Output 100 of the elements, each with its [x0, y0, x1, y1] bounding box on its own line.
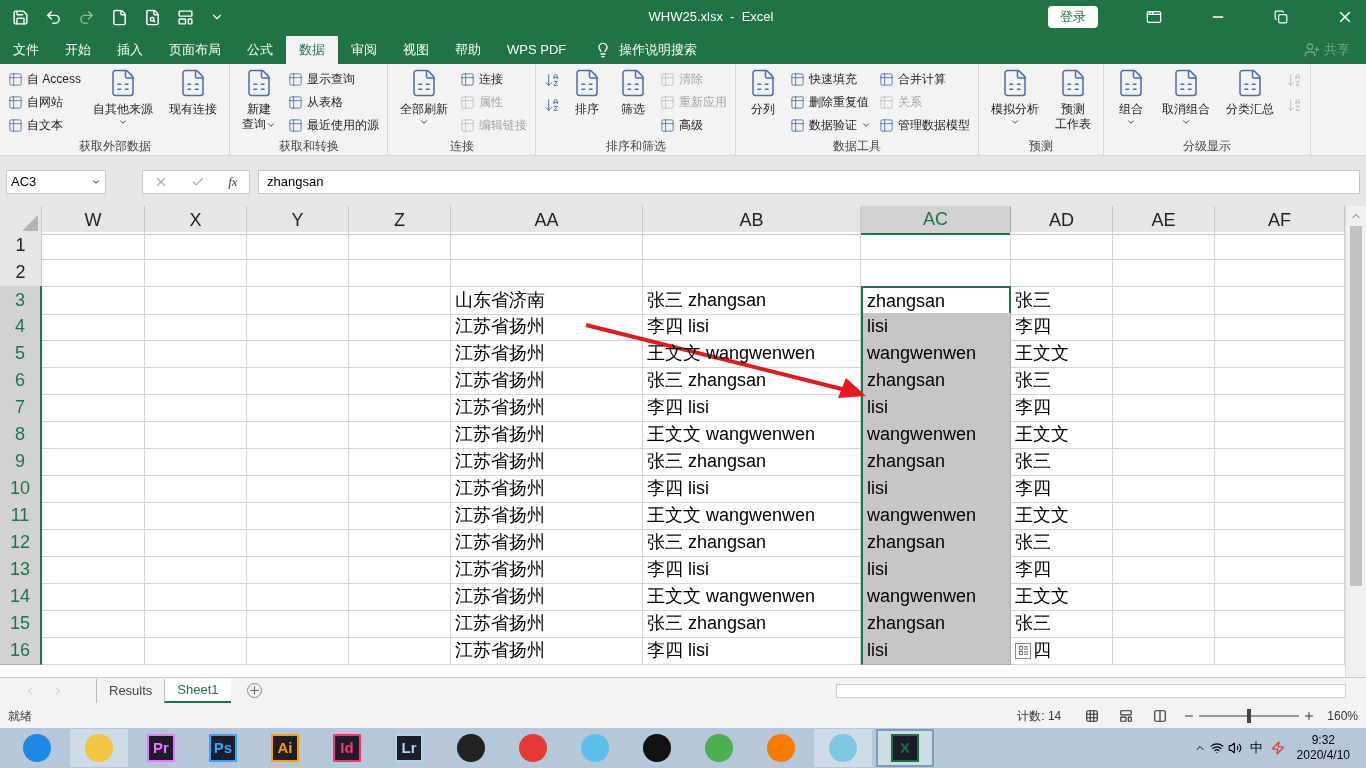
page-break-icon[interactable]	[1153, 708, 1168, 723]
ribbon-button[interactable]: 自文本	[8, 114, 81, 136]
undo-icon[interactable]	[45, 8, 62, 26]
clock-time: 9:32	[1311, 733, 1335, 748]
column-header[interactable]: AD	[1011, 206, 1113, 235]
ribbon-button[interactable]: 自其他来源	[89, 68, 157, 127]
row-header[interactable]: 13	[0, 556, 42, 584]
ribbon-button[interactable]: 管理数据模型	[879, 114, 970, 136]
ribbon-button[interactable]: 新建 查询	[238, 68, 280, 132]
table-icon	[660, 117, 675, 133]
ribbon-button[interactable]: 现有连接	[165, 68, 221, 117]
taskbar-app[interactable]: Pr	[132, 729, 190, 767]
row-header[interactable]: 15	[0, 610, 42, 638]
ribbon-button[interactable]: 取消组合	[1158, 68, 1214, 127]
ribbon-tab[interactable]: 审阅	[338, 36, 390, 64]
ribbon-button[interactable]: 组合	[1112, 68, 1150, 127]
volume-icon[interactable]	[1227, 741, 1242, 755]
column-header[interactable]: W	[42, 206, 145, 235]
row-header[interactable]: 8	[0, 421, 42, 449]
column-header[interactable]: Y	[247, 206, 349, 235]
ribbon-button[interactable]: 合并计算	[879, 68, 970, 90]
caret-icon	[118, 117, 128, 127]
ribbon-button[interactable]: 快速填充	[790, 68, 871, 90]
formula-input[interactable]: zhangsan	[258, 170, 1360, 194]
ribbon-button[interactable]: 最近使用的源	[288, 114, 379, 136]
network-icon[interactable]	[1209, 741, 1224, 755]
row-header[interactable]: 11	[0, 502, 42, 530]
ribbon-tab[interactable]: 文件	[0, 36, 52, 64]
horizontal-scrollbar[interactable]	[836, 683, 1346, 698]
ribbon-button[interactable]: 排序	[568, 68, 606, 117]
sheet-tab[interactable]: Sheet1	[164, 678, 231, 703]
vertical-scrollbar[interactable]	[1345, 206, 1366, 677]
insert-function-button[interactable]: fx	[228, 172, 238, 192]
taskbar-app[interactable]: Ai	[256, 729, 314, 767]
group-title: 分级显示	[1182, 138, 1232, 155]
row-header[interactable]: 4	[0, 313, 42, 341]
ribbon-tab[interactable]: 页面布局	[156, 36, 234, 64]
app-tray-icon[interactable]	[1270, 741, 1285, 755]
ribbon-button[interactable]: 高级	[660, 114, 727, 136]
ribbon-button[interactable]: 自网站	[8, 91, 81, 113]
row-header[interactable]: 6	[0, 367, 42, 395]
save-icon[interactable]	[12, 8, 29, 26]
taskbar-app[interactable]: Lr	[380, 729, 438, 767]
ribbon-button[interactable]: 自 Access	[8, 68, 81, 90]
taskbar-app[interactable]: Ps	[194, 729, 252, 767]
ribbon-button[interactable]: 筛选	[614, 68, 652, 117]
new-file-icon[interactable]	[111, 8, 128, 26]
ribbon-button[interactable]: 全部刷新	[396, 68, 452, 127]
ribbon-button[interactable]: 模拟分析	[987, 68, 1043, 127]
ribbon-button[interactable]: 预测 工作表	[1051, 68, 1095, 132]
row-header[interactable]: 9	[0, 448, 42, 476]
ribbon-button[interactable]: 分类汇总	[1222, 68, 1278, 117]
ribbon-tab[interactable]: WPS PDF	[494, 36, 580, 64]
row-header[interactable]: 3	[0, 286, 42, 315]
ribbon-tab[interactable]: 数据	[286, 36, 338, 64]
row-header[interactable]: 12	[0, 529, 42, 557]
normal-view-icon[interactable]	[1085, 708, 1100, 723]
table-cell: 江苏省扬州	[451, 475, 643, 503]
ribbon-tab[interactable]: 公式	[234, 36, 286, 64]
row-header[interactable]: 5	[0, 340, 42, 368]
row-header[interactable]: 14	[0, 583, 42, 611]
zoom-slider-thumb[interactable]	[1247, 708, 1252, 723]
taskbar-app[interactable]: Id	[318, 729, 376, 767]
quick-analysis-icon[interactable]	[1015, 642, 1031, 659]
column-header[interactable]: AC	[861, 206, 1011, 235]
ribbon-tab[interactable]: 插入	[104, 36, 156, 64]
row-header[interactable]: 1	[0, 232, 42, 260]
ribbon-button[interactable]: 数据验证	[790, 114, 871, 136]
ribbon-tab[interactable]: 帮助	[442, 36, 494, 64]
column-header[interactable]: Z	[349, 206, 451, 235]
table-icon	[8, 117, 23, 133]
ribbon-tab[interactable]: 开始	[52, 36, 104, 64]
column-header[interactable]: AA	[451, 206, 643, 235]
page-layout-icon[interactable]	[1119, 708, 1134, 723]
ribbon-button[interactable]: 删除重复值	[790, 91, 871, 113]
print-preview-icon[interactable]	[144, 8, 161, 26]
row-header[interactable]: 7	[0, 394, 42, 422]
table-cell: 山东省济南	[451, 286, 643, 315]
form-icon[interactable]	[177, 8, 194, 26]
row-header[interactable]: 10	[0, 475, 42, 503]
name-box[interactable]: AC3	[6, 170, 106, 194]
zoom-in-icon[interactable]	[1303, 709, 1316, 722]
ribbon-button[interactable]: 显示查询	[288, 68, 379, 90]
column-header[interactable]: AE	[1113, 206, 1215, 235]
row-header[interactable]: 16	[0, 637, 42, 665]
ribbon-button[interactable]: 从表格	[288, 91, 379, 113]
ime-indicator[interactable]: 中	[1249, 738, 1263, 758]
table-cell: zhangsan	[861, 286, 1011, 315]
restore-icon[interactable]	[1274, 10, 1288, 24]
ribbon-button[interactable]: 分列	[744, 68, 782, 117]
tell-me-search[interactable]: 操作说明搜索	[619, 40, 698, 60]
ribbon-display-icon[interactable]	[1146, 9, 1162, 25]
enter-icon[interactable]	[191, 175, 206, 189]
ribbon-tab[interactable]: 视图	[390, 36, 442, 64]
group-title: 预测	[1028, 138, 1054, 155]
zoom-text[interactable]: 160%	[1327, 706, 1358, 725]
ribbon-button[interactable]: 连接	[460, 68, 527, 90]
column-header[interactable]: X	[145, 206, 247, 235]
login-button[interactable]: 登录	[1048, 6, 1098, 28]
row-header[interactable]: 2	[0, 259, 42, 287]
